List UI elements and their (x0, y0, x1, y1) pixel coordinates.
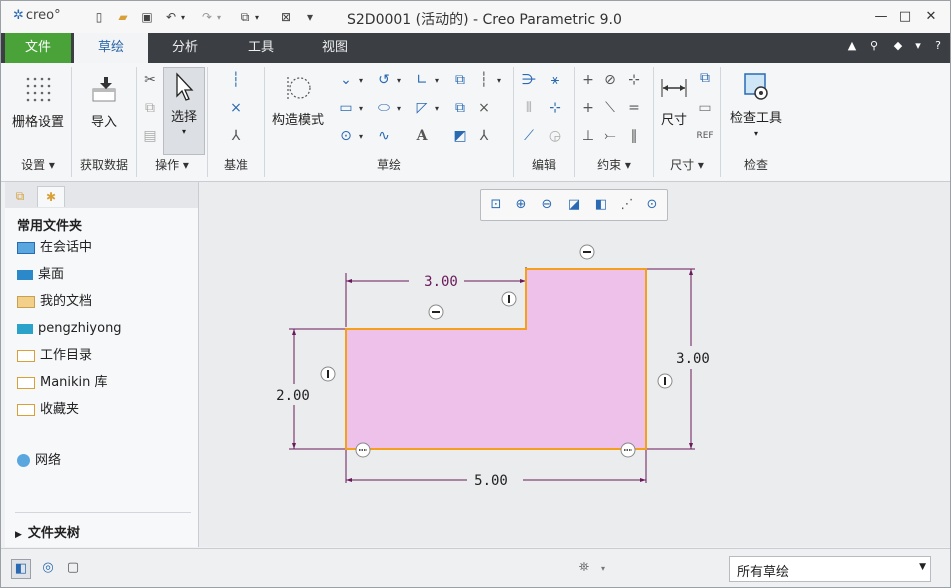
dim-top-width[interactable]: 3.00 (424, 274, 458, 290)
dim-bottom-width[interactable]: 5.00 (474, 473, 508, 489)
horizontal-constraint-icon[interactable] (428, 304, 444, 320)
horizontal-constraint-icon[interactable] (620, 442, 636, 458)
vertical-constraint-icon[interactable] (657, 373, 673, 389)
browser-icon[interactable]: ◎ (39, 559, 57, 577)
sketch-profile[interactable] (345, 268, 647, 450)
dim-right-height[interactable]: 3.00 (676, 351, 710, 367)
chevron-down-icon: ▼ (919, 562, 926, 572)
selection-filter-select[interactable]: 所有草绘 ▼ (729, 556, 931, 582)
app-window: ✲ creo° ▯ ▰ ▣ ↶ ▾ ↷ ▾ ⧉ ▾ ⊠ ▾ S2D0001 (活动… (0, 0, 951, 588)
show-navigator-icon[interactable]: ◧ (11, 559, 31, 579)
selection-filter-value: 所有草绘 (737, 565, 790, 580)
vertical-constraint-icon[interactable] (320, 366, 336, 382)
full-screen-icon[interactable]: ▢ (64, 559, 82, 577)
horizontal-constraint-icon[interactable] (355, 442, 371, 458)
dim-left-height[interactable]: 2.00 (276, 388, 310, 404)
horizontal-constraint-icon[interactable] (579, 244, 595, 260)
find-dropdown-icon[interactable]: ▾ (601, 565, 609, 573)
vertical-constraint-icon[interactable] (501, 291, 517, 307)
find-icon[interactable]: ⛯ (575, 559, 593, 577)
status-bar: ◧ ◎ ▢ ⛯ ▾ 所有草绘 ▼ (1, 548, 950, 587)
sketch-geometry: 3.00 2.00 3.00 5.00 (276, 244, 710, 489)
